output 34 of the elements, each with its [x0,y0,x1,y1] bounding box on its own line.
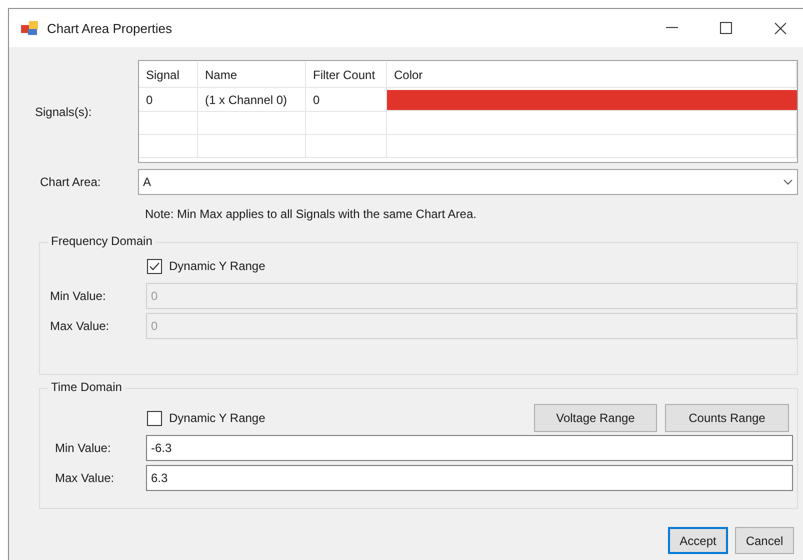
window-title: Chart Area Properties [47,20,174,36]
column-header: Color [387,62,797,88]
column-header: Signal [139,62,198,88]
table-cell: (1 x Channel 0) [198,88,306,112]
column-header: Filter Count [306,62,387,88]
field-label: Chart Area: [39,175,102,189]
column-header: Name [198,62,306,88]
close-icon [774,22,786,34]
field-label: Max Value: [54,471,116,485]
accept-button[interactable]: Accept [668,527,728,554]
empty-cell [139,112,198,135]
empty-cell [139,135,198,158]
value-field[interactable]: 6.3 [146,465,793,491]
field-label: Max Value: [49,319,110,333]
checkbox-label: Dynamic Y Range [169,411,266,425]
app-icon [21,20,39,36]
field-label: Signals(s): [34,104,93,118]
group-title: Frequency Domain [48,234,156,248]
note-text: Note: Min Max applies to all Signals with the same Chart Area. [145,207,478,221]
range-button[interactable]: Voltage Range [534,404,657,432]
chart-area-dropdown[interactable]: A [138,169,798,195]
cancel-button[interactable]: Cancel [735,527,794,554]
range-button[interactable]: Counts Range [665,404,789,432]
group-title: Time Domain [48,380,125,394]
minimize-icon [666,27,678,29]
dynamic-range-checkbox[interactable]: Dynamic Y Range [147,410,266,426]
chevron-down-icon [783,179,793,185]
maximize-icon [720,22,732,34]
value-field[interactable]: -6.3 [146,435,793,461]
checkbox[interactable] [147,410,162,426]
table-cell: 0 [139,88,198,112]
checkbox-label: Dynamic Y Range [169,259,266,273]
field-label: Min Value: [54,441,112,455]
field-label: Min Value: [49,289,107,303]
